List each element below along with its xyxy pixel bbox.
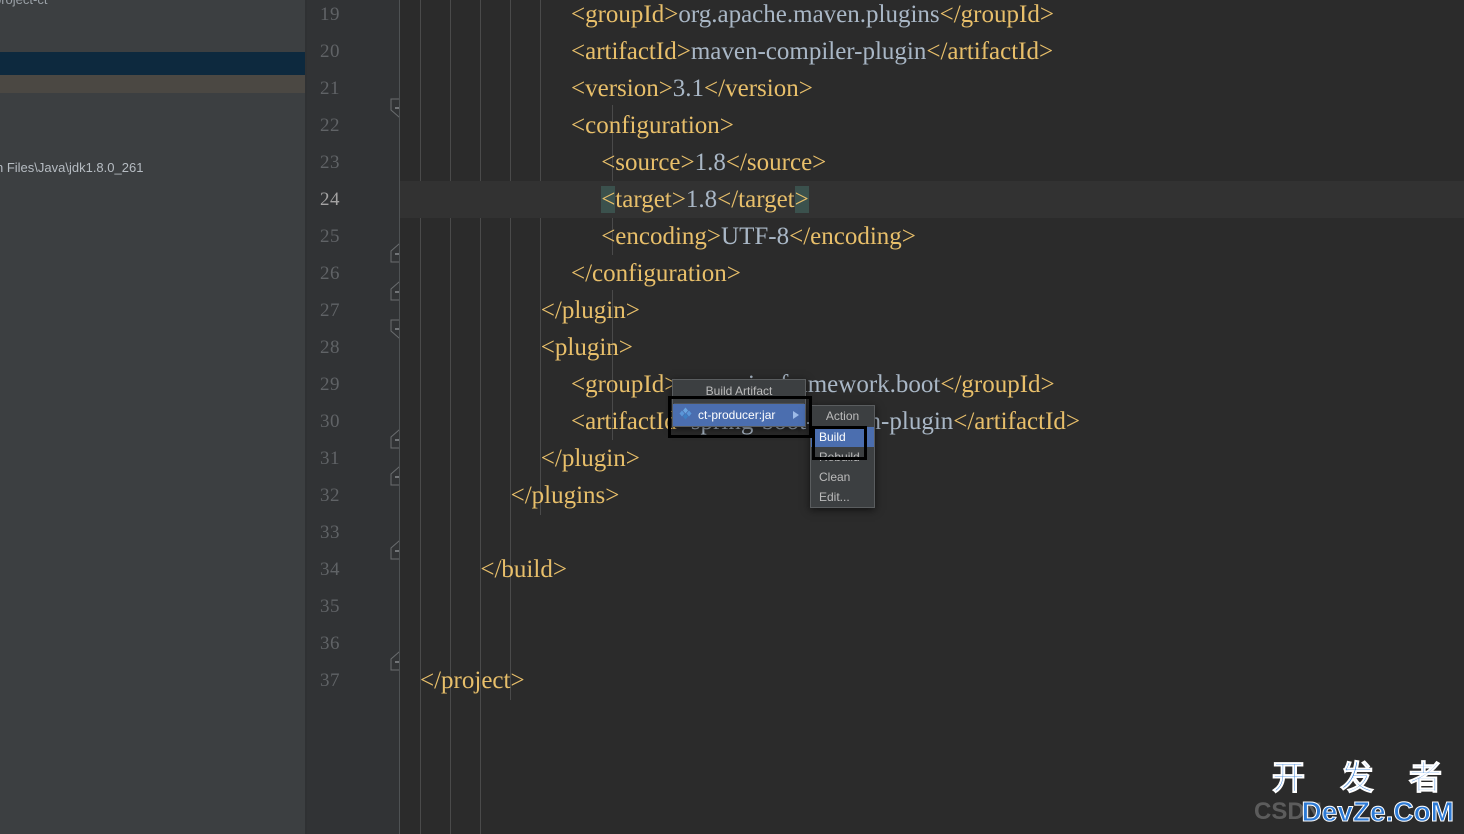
code-token: 3.1 (672, 75, 705, 102)
line-number: 31 (320, 448, 340, 469)
code-line[interactable]: <source>1.8</source> (400, 144, 1464, 181)
action-submenu[interactable]: Action Build Rebuild Clean Edit... (810, 405, 875, 508)
code-token: </artifactId> (926, 38, 1054, 65)
code-token: <configuration> (571, 112, 734, 139)
matched-bracket: < (601, 186, 616, 213)
line-number: 37 (320, 670, 340, 691)
ide-window: project-ct n Files\Java\jdk1.8.0_261 19 2… (0, 0, 1464, 834)
action-item-label: Clean (819, 470, 851, 484)
code-token: </groupId> (940, 371, 1055, 398)
code-token: <groupId> (571, 371, 679, 398)
project-tree-selected-row[interactable] (0, 52, 307, 75)
line-number: 26 (320, 263, 340, 284)
watermark-cn-text: 开 发 者 (1272, 758, 1454, 797)
line-number: 19 (320, 4, 340, 25)
code-token: 1.8 (685, 186, 718, 213)
build-artifact-popup-title: Build Artifact (705, 384, 773, 398)
build-artifact-popup[interactable]: Build Artifact ct-producer:jar (672, 379, 806, 427)
action-item-label: Rebuild (819, 450, 860, 464)
code-token: </plugins> (510, 482, 620, 509)
code-token: <version> (571, 75, 673, 102)
action-item-label: Build (819, 430, 846, 444)
code-line[interactable]: <version>3.1</version> (400, 70, 1464, 107)
code-token: </encoding> (789, 223, 916, 250)
code-token: </configuration> (571, 260, 741, 287)
action-item-build[interactable]: Build (811, 427, 874, 447)
line-number: 27 (320, 300, 340, 321)
artifact-item-ct-producer-jar[interactable]: ct-producer:jar (673, 404, 805, 426)
line-number: 29 (320, 374, 340, 395)
editor-gutter[interactable]: 19 20 21 22 23 24 25 26 27 28 29 30 31 32 33 34 35 36 37 (307, 0, 408, 834)
line-number: 25 (320, 226, 340, 247)
watermark: 开 发 者 CSDN DevZe.CoM (1254, 758, 1455, 828)
code-line[interactable]: </plugin> (400, 292, 1464, 329)
code-line[interactable]: <artifactId>maven-compiler-plugin</artif… (400, 33, 1464, 70)
code-token: </target (717, 186, 795, 213)
code-token: target> (615, 186, 686, 213)
code-token: </version> (704, 75, 813, 102)
action-item-rebuild[interactable]: Rebuild (811, 447, 874, 467)
code-token: <groupId> (571, 1, 679, 28)
code-token: </source> (725, 149, 827, 176)
line-number: 36 (320, 633, 340, 654)
action-item-edit[interactable]: Edit... (811, 487, 874, 507)
code-token: <encoding> (601, 223, 722, 250)
project-tool-panel[interactable]: project-ct n Files\Java\jdk1.8.0_261 (0, 0, 307, 834)
code-token: org.apache.maven.plugins (678, 1, 940, 28)
line-number: 22 (320, 115, 340, 136)
code-token: </groupId> (939, 1, 1054, 28)
code-line[interactable]: <target>1.8</target> (400, 181, 1464, 218)
code-token: maven-compiler-plugin (690, 38, 927, 65)
code-line[interactable] (400, 625, 1464, 662)
project-sdk-path-label: n Files\Java\jdk1.8.0_261 (0, 160, 144, 175)
code-token: </plugin> (540, 445, 640, 472)
code-editor[interactable]: <groupId>org.apache.maven.plugins</group… (400, 0, 1464, 834)
line-number: 24 (320, 189, 340, 210)
code-line[interactable]: <artifactId>spring-boot-maven-plugin</ar… (400, 403, 1464, 440)
code-token: 1.8 (694, 149, 726, 176)
line-number: 28 (320, 337, 340, 358)
code-line[interactable]: </plugins> (400, 477, 1464, 514)
line-number: 35 (320, 596, 340, 617)
code-token: </project> (420, 667, 525, 694)
line-number: 23 (320, 152, 340, 173)
project-tree-highlight-row[interactable] (0, 75, 307, 93)
code-token: <source> (601, 149, 695, 176)
code-line[interactable]: </build> (400, 551, 1464, 588)
code-line[interactable]: </configuration> (400, 255, 1464, 292)
action-item-clean[interactable]: Clean (811, 467, 874, 487)
matched-bracket: > (794, 186, 809, 213)
code-token: <plugin> (540, 334, 633, 361)
action-submenu-title: Action (825, 409, 860, 423)
code-line[interactable]: </project> (400, 662, 1464, 699)
code-line[interactable] (400, 514, 1464, 551)
code-line[interactable]: <configuration> (400, 107, 1464, 144)
code-token: </build> (480, 556, 567, 583)
code-line[interactable]: </plugin> (400, 440, 1464, 477)
chevron-right-icon (793, 411, 799, 419)
artifact-icon (679, 407, 692, 423)
code-token: </plugin> (540, 297, 640, 324)
code-line[interactable]: <groupId>org.springframework.boot</group… (400, 366, 1464, 403)
project-tree-root-label: project-ct (0, 0, 47, 7)
action-item-label: Edit... (819, 490, 850, 504)
line-number: 32 (320, 485, 340, 506)
code-token: </artifactId> (953, 408, 1081, 435)
line-number: 30 (320, 411, 340, 432)
line-number: 21 (320, 78, 340, 99)
code-line[interactable]: <encoding>UTF-8</encoding> (400, 218, 1464, 255)
line-number: 20 (320, 41, 340, 62)
code-line[interactable]: <groupId>org.apache.maven.plugins</group… (400, 0, 1464, 33)
code-line[interactable]: <plugin> (400, 329, 1464, 366)
code-line[interactable] (400, 588, 1464, 625)
code-token: <artifactId> (571, 38, 691, 65)
line-number: 33 (320, 522, 340, 543)
code-token: UTF-8 (721, 223, 790, 250)
artifact-item-label: ct-producer:jar (698, 408, 776, 422)
watermark-en-text: DevZe.CoM (1301, 796, 1454, 828)
line-number: 34 (320, 559, 340, 580)
